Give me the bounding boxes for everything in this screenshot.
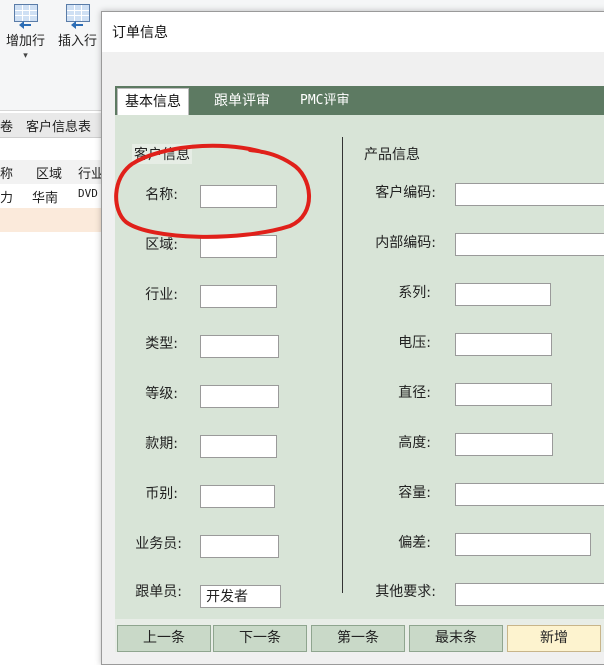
sheet-tab-customer-info[interactable]: 客户信息表 — [26, 116, 91, 135]
diameter-field[interactable] — [455, 383, 552, 406]
customer-group-title: 客户信息 — [132, 144, 192, 164]
dialog-titlebar[interactable]: 订单信息 — [102, 12, 604, 52]
arrow-left-icon — [70, 21, 83, 30]
payment-term-label: 款期: — [145, 436, 178, 452]
customer-code-label: 客户编码: — [375, 185, 436, 201]
last-record-button[interactable]: 最末条 — [409, 625, 503, 652]
tab-order-review[interactable]: 跟单评审 — [207, 88, 277, 114]
insert-row-label: 插入行 — [58, 34, 98, 49]
table-grid-icon — [65, 4, 90, 22]
sheet-tab-fragment[interactable]: 卷 — [0, 116, 13, 135]
salesperson-label: 业务员: — [135, 536, 182, 552]
series-label: 系列: — [398, 285, 431, 301]
navigation-button-bar: 上一条 下一条 第一条 最末条 新增 — [115, 619, 604, 652]
voltage-field[interactable] — [455, 333, 552, 356]
table-row[interactable]: 力 华南 DVD — [0, 184, 110, 209]
customer-code-field[interactable] — [455, 183, 604, 206]
voltage-label: 电压: — [398, 335, 431, 351]
grade-label: 等级: — [145, 386, 178, 402]
capacity-field[interactable] — [455, 483, 604, 506]
insert-row-button[interactable]: 插入行 — [58, 4, 97, 49]
currency-field[interactable] — [200, 485, 275, 508]
grid-header-row: 称 区域 行业 — [0, 160, 110, 185]
tolerance-label: 偏差: — [398, 535, 431, 551]
merchandiser-label: 跟单员: — [135, 584, 182, 600]
arrow-left-icon — [18, 21, 31, 30]
series-field[interactable] — [455, 283, 551, 306]
industry-label: 行业: — [145, 287, 178, 303]
grid-header-name: 称 — [0, 167, 14, 182]
add-row-label: 增加行 — [6, 34, 46, 49]
sheet-tabs: 卷 客户信息表 — [0, 113, 110, 138]
tab-pmc-review[interactable]: PMC评审 — [293, 88, 356, 114]
add-new-button[interactable]: 新增 — [507, 625, 601, 652]
first-record-button[interactable]: 第一条 — [311, 625, 405, 652]
tab-basic-info[interactable]: 基本信息 — [117, 88, 189, 116]
name-label: 名称: — [145, 187, 178, 203]
prev-record-button[interactable]: 上一条 — [117, 625, 211, 652]
add-row-button[interactable]: 增加行 ▾ — [6, 4, 45, 61]
grid-cell: 华南 — [32, 191, 59, 206]
type-field[interactable] — [200, 335, 279, 358]
name-field[interactable] — [200, 185, 277, 208]
merchandiser-field[interactable]: 开发者 — [200, 585, 281, 608]
table-grid-icon — [13, 4, 38, 22]
salesperson-field[interactable] — [200, 535, 279, 558]
diameter-label: 直径: — [398, 385, 431, 401]
grid-header-region: 区域 — [36, 167, 63, 182]
tab-strip: 基本信息 跟单评审 PMC评审 — [115, 86, 604, 116]
height-label: 高度: — [398, 435, 431, 451]
internal-code-field[interactable] — [455, 233, 604, 256]
grade-field[interactable] — [200, 385, 279, 408]
selected-row-highlight — [0, 208, 110, 232]
tolerance-field[interactable] — [455, 533, 591, 556]
other-requirements-field[interactable] — [455, 583, 604, 606]
capacity-label: 容量: — [398, 485, 431, 501]
industry-field[interactable] — [200, 285, 277, 308]
payment-term-field[interactable] — [200, 435, 277, 458]
chevron-down-icon: ▾ — [23, 51, 28, 61]
currency-label: 币别: — [145, 486, 178, 502]
other-requirements-label: 其他要求: — [375, 584, 436, 600]
dialog-title: 订单信息 — [112, 25, 168, 41]
type-label: 类型: — [145, 336, 178, 352]
region-field[interactable] — [200, 235, 277, 258]
height-field[interactable] — [455, 433, 553, 456]
grid-cell: 力 — [0, 191, 14, 206]
internal-code-label: 内部编码: — [375, 235, 436, 251]
basic-info-panel: 客户信息 产品信息 名称: 区域: 行业: 类型: 等级: 款期: 币别: 业务… — [115, 115, 604, 619]
grid-cell: DVD — [78, 187, 98, 200]
product-group-title: 产品信息 — [364, 147, 420, 163]
group-divider — [342, 137, 343, 593]
next-record-button[interactable]: 下一条 — [213, 625, 307, 652]
region-label: 区域: — [145, 237, 178, 253]
